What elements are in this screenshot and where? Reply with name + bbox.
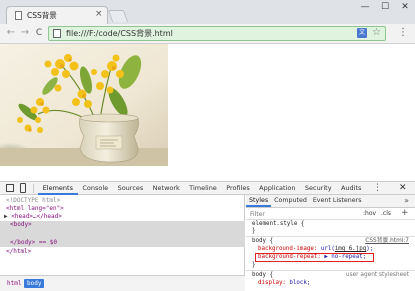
body-rule-close: } [252,262,256,268]
styles-tabs: Styles Computed Event Listeners » [246,195,415,208]
devtools-menu-icon[interactable]: ⋮ [373,182,382,195]
browser-toolbar: ← → C file:///F:/code/CSS背景.html 文 ☆ ⋮ [0,24,415,44]
divider [246,236,415,237]
element-style-selector[interactable]: element.style { [252,221,304,228]
body-close-tag-text: </body> == $0 [10,239,57,246]
window-controls: — ☐ ✕ [355,0,415,14]
dom-node-doctype[interactable]: <!DOCTYPE html> [0,197,245,205]
tab-event-listeners[interactable]: Event Listeners [310,195,365,207]
devtools-close-icon[interactable]: ✕ [399,182,407,195]
ua-display-property: display: [258,280,286,286]
close-window-icon[interactable]: ✕ [395,0,415,14]
dom-node-html[interactable]: <html lang="en"> [0,205,245,213]
bookmark-star-icon[interactable]: ☆ [372,27,381,39]
divider [33,184,34,193]
head-tag-text: <head>…</head> [11,213,62,220]
device-toolbar-icon[interactable] [20,183,26,193]
ua-stylesheet-label: user agent stylesheet [345,272,409,278]
bg-image-value-prefix: url( [320,246,335,252]
dom-node-body-close[interactable]: </body> == $0 [0,239,245,247]
styles-filter-row: :hov .cls + [246,208,415,220]
add-rule-icon[interactable]: + [401,208,409,218]
forward-arrow-icon[interactable]: → [19,27,31,39]
new-tab-button[interactable] [107,10,129,22]
styles-filter-input[interactable] [250,210,350,219]
flower-vase-photo [0,44,168,166]
ua-display-value: block; [289,280,311,286]
tab-strip: CSS背景 × — ☐ ✕ [0,0,415,24]
divider [246,270,415,271]
body-rule-selector[interactable]: body { [252,238,273,245]
styles-pane: Styles Computed Event Listeners » :hov .… [246,195,415,291]
page-favicon-icon [15,11,22,20]
page-info-icon[interactable] [53,29,61,38]
red-highlight-box [255,253,374,262]
breadcrumb-html[interactable]: html [4,279,24,288]
devtools-tabs: Elements Console Sources Network Timelin… [38,182,366,195]
tab-title: CSS背景 [27,11,57,20]
tab-computed[interactable]: Computed [271,195,310,207]
ua-rule-selector: body { [252,272,273,278]
dom-node-html-close[interactable]: </html> [0,248,245,256]
ua-display-declaration: display: block; [258,280,310,287]
bg-image-value-suffix: ); [366,246,374,252]
body-tag-text: <body> [10,221,32,228]
inspect-element-icon[interactable] [6,184,14,192]
tab-console[interactable]: Console [78,182,113,195]
element-style-close: } [252,228,256,234]
page-viewport [0,44,415,181]
class-toggle-button[interactable]: .cls [381,210,391,217]
tab-timeline[interactable]: Timeline [184,182,221,195]
tab-audits[interactable]: Audits [336,182,366,195]
url-text[interactable]: file:///F:/code/CSS背景.html [66,28,173,39]
tab-sources[interactable]: Sources [113,182,148,195]
bg-image-url-link[interactable]: img_6.jpg [335,246,366,252]
maximize-icon[interactable]: ☐ [375,0,395,14]
breadcrumb: html body [0,275,245,291]
dom-node-head[interactable]: ▶ <head>…</head> [0,213,245,221]
browser-menu-icon[interactable]: ⋮ [398,27,408,39]
bg-image-property: background-image: [258,246,318,252]
devtools-tab-bar: Elements Console Sources Network Timelin… [0,181,415,195]
tab-application[interactable]: Application [254,182,300,195]
address-bar[interactable]: file:///F:/code/CSS背景.html 文 ☆ [48,26,386,41]
elements-tree: <!DOCTYPE html> <html lang="en"> ▶ <head… [0,195,245,275]
tab-elements[interactable]: Elements [38,182,78,195]
doctype-text: <!DOCTYPE html> [6,197,61,204]
background-image [0,44,168,166]
browser-tab[interactable]: CSS背景 × [6,6,108,24]
body-rule-source-link[interactable]: CSS背景.html:7 [365,238,409,245]
reload-icon[interactable]: C [33,27,45,39]
tab-close-icon[interactable]: × [95,9,103,19]
tab-security[interactable]: Security [300,182,336,195]
expand-triangle-icon[interactable]: ▶ [4,213,8,220]
breadcrumb-body[interactable]: body [24,279,45,288]
back-arrow-icon[interactable]: ← [5,27,17,39]
html-tag-text: <html lang="en"> [6,205,64,212]
hover-state-button[interactable]: :hov [363,210,376,217]
tab-styles[interactable]: Styles [246,195,272,207]
tab-profiles[interactable]: Profiles [222,182,255,195]
tab-network[interactable]: Network [148,182,185,195]
minimize-icon[interactable]: — [355,0,375,14]
html-close-tag-text: </html> [6,248,32,255]
translate-icon[interactable]: 文 [357,28,367,38]
more-tabs-icon[interactable]: » [404,195,409,207]
